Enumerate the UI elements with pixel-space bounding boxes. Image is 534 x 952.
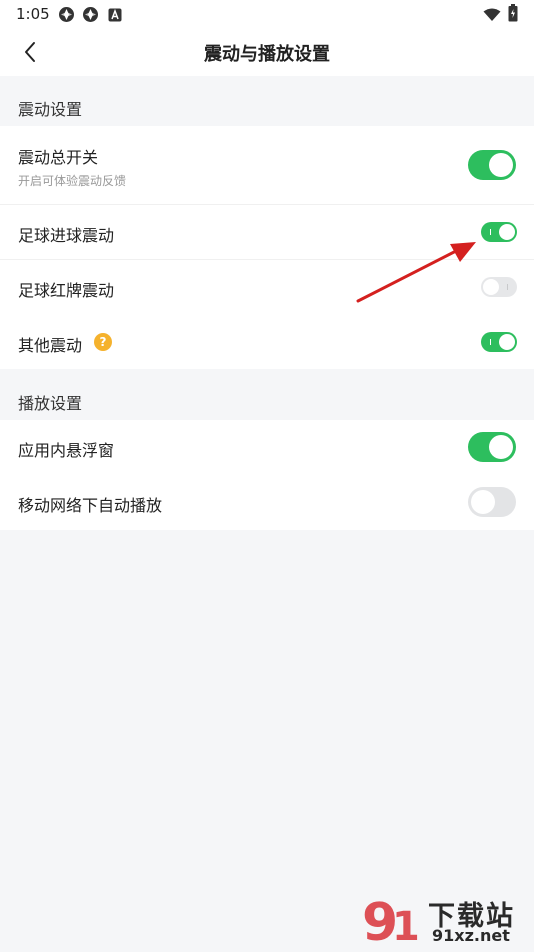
setting-row-vibration-master[interactable]: 震动总开关 开启可体验震动反馈 [0,126,534,205]
aperture-icon [82,6,99,27]
floating-window-toggle[interactable] [468,432,516,462]
watermark-url: 91xz.net [432,926,510,945]
status-bar: 1:05 [0,0,534,28]
header-bar: 震动与播放设置 [0,28,534,76]
watermark-logo: 9 1 下载站 91xz.net [362,890,532,952]
setting-label: 其他震动 [18,336,83,355]
other-vibration-toggle[interactable] [481,332,517,352]
goal-vibration-toggle[interactable] [481,222,517,242]
setting-row-other-vibration[interactable]: 其他震动 ? [0,315,534,369]
setting-label: 足球进球震动 [18,226,115,245]
annotation-arrow-icon [356,242,476,303]
setting-description: 开启可体验震动反馈 [18,174,127,188]
aperture-icon [58,6,75,27]
setting-label: 足球红牌震动 [18,281,115,300]
vibration-master-toggle[interactable] [468,150,516,180]
svg-text:1: 1 [392,904,420,948]
section-title-playback: 播放设置 [18,394,83,413]
setting-label: 应用内悬浮窗 [18,441,115,460]
mobile-autoplay-toggle[interactable] [468,487,516,517]
wifi-icon [483,7,501,26]
setting-label: 移动网络下自动播放 [18,496,163,515]
setting-label: 震动总开关 [18,148,99,167]
setting-row-mobile-autoplay[interactable]: 移动网络下自动播放 [0,475,534,530]
setting-row-floating-window[interactable]: 应用内悬浮窗 [0,420,534,475]
battery-icon [508,4,518,26]
status-time: 1:05 [16,5,50,23]
app-notification-icon [108,7,122,26]
help-icon[interactable]: ? [94,333,112,351]
page-title: 震动与播放设置 [204,44,330,65]
red-card-vibration-toggle[interactable] [481,277,517,297]
playback-settings-group: 应用内悬浮窗 移动网络下自动播放 [0,420,534,530]
section-title-vibration: 震动设置 [18,100,83,119]
